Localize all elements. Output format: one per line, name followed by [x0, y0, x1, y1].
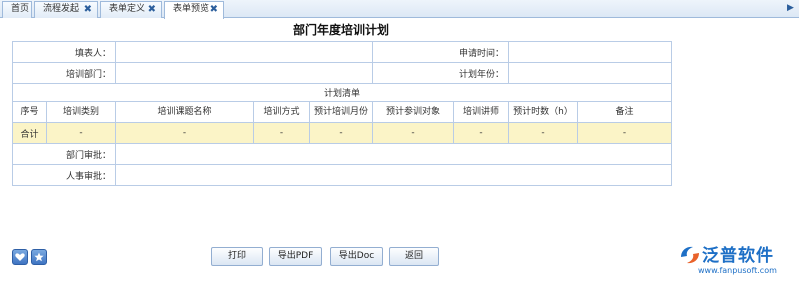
- form-table: 填表人： 申请时间： 培训部门： 计划年份： 计划清单 序号 培训类别 培训课题…: [11, 41, 673, 186]
- column-header: 预计参训对象: [372, 101, 455, 123]
- filler-field[interactable]: [115, 41, 374, 63]
- logo-url: www.fanpusoft.com: [698, 266, 777, 275]
- close-icon[interactable]: ✖: [84, 2, 92, 17]
- print-button[interactable]: 打印: [211, 247, 263, 266]
- column-header: 培训类别: [45, 101, 117, 123]
- hr-approval-field[interactable]: [115, 164, 673, 186]
- table-cell: -: [309, 122, 374, 144]
- tab-label: 表单预览: [173, 4, 210, 14]
- back-button[interactable]: 返回: [389, 247, 439, 266]
- form-title: 部门年度培训计划: [292, 23, 389, 37]
- export-doc-button[interactable]: 导出Doc: [330, 247, 383, 266]
- scroll-right-icon[interactable]: ▶: [787, 3, 797, 14]
- table-cell: -: [577, 122, 673, 144]
- column-header: 培训课题名称: [115, 101, 255, 123]
- column-header: 预计时数（h）: [508, 101, 579, 123]
- plan-list-title: 计划清单: [11, 83, 673, 102]
- tab-process-start[interactable]: 流程发起 ✖: [34, 1, 98, 18]
- year-label: 计划年份：: [372, 62, 510, 84]
- table-cell: -: [372, 122, 455, 144]
- tab-form-preview[interactable]: 表单预览 ✖: [164, 1, 224, 19]
- tab-form-definition[interactable]: 表单定义 ✖: [100, 1, 162, 18]
- close-icon[interactable]: ✖: [210, 2, 218, 17]
- column-header: 序号: [12, 101, 47, 123]
- tab-label: 表单定义: [109, 4, 146, 14]
- close-icon[interactable]: ✖: [148, 2, 156, 17]
- tab-home[interactable]: 首页: [2, 1, 32, 18]
- hr-approval-label: 人事审批：: [11, 164, 117, 186]
- tab-label: 首页: [11, 4, 30, 14]
- apply-time-field[interactable]: [508, 41, 673, 63]
- export-pdf-button[interactable]: 导出PDF: [269, 247, 322, 266]
- logo-name: 泛普软件: [702, 246, 774, 266]
- brand-logo: 泛普软件 www.fanpusoft.com: [676, 241, 796, 281]
- logo-icon: [681, 246, 699, 264]
- filler-label: 填表人：: [11, 41, 117, 63]
- year-field[interactable]: [508, 62, 673, 84]
- table-cell: -: [453, 122, 510, 144]
- table-cell: 合计: [12, 122, 47, 144]
- dept-label: 培训部门：: [11, 62, 117, 84]
- plan-list-header-row: 序号 培训类别 培训课题名称 培训方式 预计培训月份 预计参训对象 培训讲师 预…: [12, 101, 673, 123]
- dept-field[interactable]: [115, 62, 374, 84]
- column-header: 培训讲师: [453, 101, 510, 123]
- dept-approval-label: 部门审批：: [11, 143, 117, 165]
- dept-approval-field[interactable]: [115, 143, 673, 165]
- column-header: 培训方式: [253, 101, 311, 123]
- table-cell: -: [508, 122, 579, 144]
- total-row: 合计 - - - - - - - -: [12, 122, 673, 144]
- table-cell: -: [45, 122, 117, 144]
- tab-bar: 首页 流程发起 ✖ 表单定义 ✖ 表单预览 ✖ ▶: [0, 0, 799, 19]
- column-header: 预计培训月份: [309, 101, 374, 123]
- column-header: 备注: [577, 101, 673, 123]
- table-cell: -: [115, 122, 255, 144]
- apply-time-label: 申请时间：: [372, 41, 510, 63]
- table-cell: -: [253, 122, 311, 144]
- tab-label: 流程发起: [43, 4, 80, 14]
